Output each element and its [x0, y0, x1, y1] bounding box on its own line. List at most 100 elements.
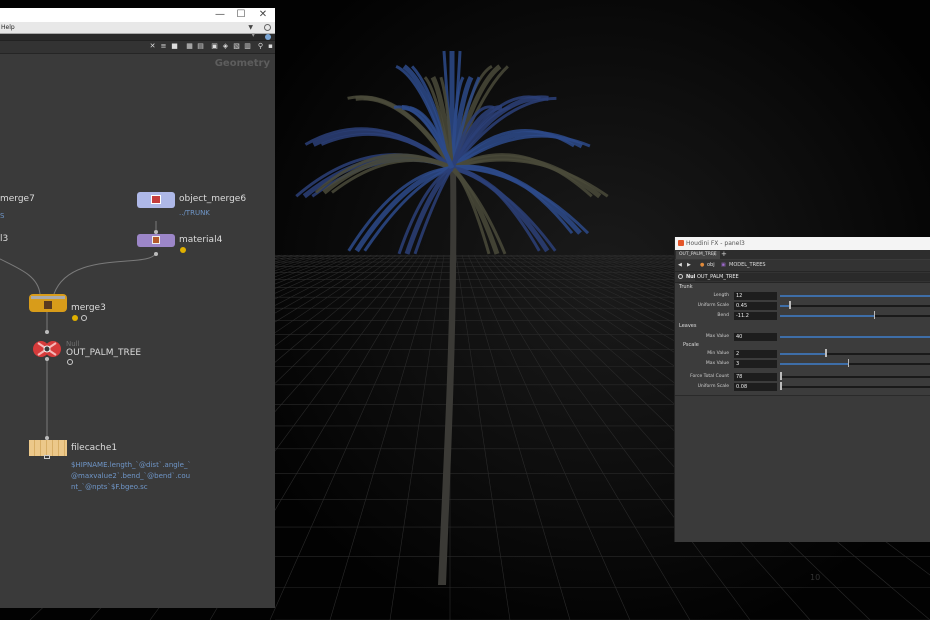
param-slider[interactable]: [780, 301, 930, 309]
floating-parameter-panel: Houdini FX - panel3 OUT_PALM_TREE × + ◀ …: [674, 237, 930, 542]
slider-knob[interactable]: [825, 349, 827, 357]
forward-icon[interactable]: ▶: [687, 260, 691, 271]
menu-help[interactable]: Help: [1, 22, 15, 33]
gear-icon[interactable]: [678, 274, 683, 279]
folder-leaves[interactable]: Leaves: [679, 323, 696, 329]
param-slider[interactable]: [780, 372, 930, 380]
maximize-icon[interactable]: ☐: [234, 8, 248, 22]
param-value-field[interactable]: 12: [734, 292, 777, 300]
slider-knob[interactable]: [789, 301, 791, 309]
param-slider[interactable]: [780, 382, 930, 390]
param-slider[interactable]: [780, 295, 930, 297]
grid-label: 10: [810, 573, 820, 582]
param-value-field[interactable]: 3: [734, 360, 777, 368]
search-icon[interactable]: [264, 24, 271, 31]
node-material4-body[interactable]: [137, 234, 175, 247]
view-icon[interactable]: ■: [171, 43, 178, 50]
node-merge3[interactable]: merge3: [71, 303, 106, 313]
path-obj[interactable]: obj: [707, 260, 715, 271]
node-filecache1[interactable]: filecache1: [71, 443, 117, 453]
null-node-icon[interactable]: [32, 336, 62, 362]
slider-fill: [780, 305, 790, 307]
node-object-merge6-body[interactable]: [137, 192, 175, 208]
param-slider[interactable]: [780, 349, 930, 357]
minimize-icon[interactable]: —: [213, 8, 227, 22]
folder-trunk[interactable]: Trunk: [679, 284, 693, 290]
warning-flag-icon: [180, 247, 186, 253]
slider-fill: [780, 363, 848, 365]
close-tab-icon[interactable]: ×: [712, 250, 717, 259]
node-object-merge6-path: ../TRUNK: [179, 209, 210, 217]
expression-line: nt_`@npts`$F.bgeo.sc: [71, 483, 148, 491]
lock-icon: [44, 455, 50, 459]
param-value-field[interactable]: 2: [734, 350, 777, 358]
panel-title: Houdini FX - panel3: [686, 240, 745, 247]
list-icon[interactable]: ▤: [197, 43, 204, 50]
node-filecache1-body[interactable]: [29, 440, 67, 456]
object-merge-icon: [151, 195, 161, 204]
subnet-icon: ▣: [721, 262, 726, 268]
image-icon[interactable]: ▣: [211, 43, 218, 50]
node-object-merge6[interactable]: object_merge6: [179, 194, 246, 204]
node-merge7-sub: S: [0, 212, 5, 220]
param-value-field[interactable]: 78: [734, 373, 777, 381]
houdini-logo-icon: [678, 240, 684, 246]
slider-knob[interactable]: [847, 359, 850, 367]
close-icon[interactable]: ✕: [256, 8, 270, 22]
shape-palette-icon[interactable]: ▧: [233, 43, 240, 50]
node-clipped[interactable]: l3: [0, 234, 8, 244]
node-wires: [0, 221, 158, 440]
slider-fill: [780, 315, 874, 317]
grid-icon[interactable]: ▦: [186, 43, 193, 50]
param-slider[interactable]: [780, 311, 930, 319]
node-name-field[interactable]: OUT_PALM_TREE: [695, 273, 930, 281]
cut-icon[interactable]: ≡: [160, 43, 167, 50]
network-editor-window: — ☐ ✕ Help ▼ ▾ ✕ ≡ ■ ▦ ▤ ▣ ◈ ▧ ▥ ⚲ ▪ Geo…: [0, 8, 275, 608]
node-material4[interactable]: material4: [179, 235, 222, 245]
param-value-field[interactable]: 0.08: [734, 383, 777, 391]
pin-icon[interactable]: [265, 34, 271, 40]
param-label: Force Total Count: [690, 374, 729, 379]
panel-titlebar[interactable]: Houdini FX - panel3: [675, 237, 930, 250]
zoom-icon[interactable]: ⚲: [257, 43, 264, 50]
status-ring-icon: [67, 359, 73, 365]
back-icon[interactable]: ◀: [678, 260, 682, 271]
param-label: Length: [713, 293, 729, 298]
param-value-field[interactable]: -11.2: [734, 312, 777, 320]
warning-flag-icon: [72, 315, 78, 321]
folder-pscale[interactable]: Pscale: [683, 342, 699, 348]
obj-icon: ●: [700, 262, 705, 268]
status-ring-icon: [81, 315, 87, 321]
info-icon[interactable]: ▥: [244, 43, 251, 50]
slider-fill: [780, 295, 930, 297]
param-slider[interactable]: [780, 359, 930, 367]
expression-line: $HIPNAME.length_`@dist`.angle_`: [71, 461, 191, 469]
chevron-down-icon[interactable]: ▾: [251, 31, 255, 39]
slider-knob[interactable]: [873, 311, 876, 319]
panel-tabbar: OUT_PALM_TREE × +: [675, 250, 930, 259]
window-titlebar: — ☐ ✕: [0, 8, 275, 22]
path-node[interactable]: MODEL_TREES: [729, 260, 766, 271]
node-out-palm-tree[interactable]: OUT_PALM_TREE: [66, 348, 141, 358]
param-label: Bend: [717, 313, 729, 318]
param-label: Max Value: [705, 334, 729, 339]
param-value-field[interactable]: 0.45: [734, 302, 777, 310]
color-palette-icon[interactable]: ◈: [222, 43, 229, 50]
param-value-field[interactable]: 40: [734, 333, 777, 341]
param-slider[interactable]: [780, 336, 930, 338]
add-tab-icon[interactable]: +: [721, 250, 727, 259]
tools-icon[interactable]: ✕: [149, 43, 156, 50]
menubar: Help ▼: [0, 22, 275, 34]
node-merge3-body[interactable]: [29, 294, 67, 312]
slider-knob[interactable]: [780, 382, 782, 390]
frame-icon[interactable]: ▪: [267, 43, 274, 50]
parameter-area: Trunk Leaves Pscale Length 12 Uniform Scal…: [675, 283, 930, 396]
path-bar: ▾: [0, 31, 275, 41]
param-label: Max Value: [705, 361, 729, 366]
network-canvas[interactable]: Geometry merge7 S l3 object_merge6 ../TR…: [0, 54, 275, 608]
slider-knob[interactable]: [780, 372, 782, 380]
filecache-expression: $HIPNAME.length_`@dist`.angle_` @maxvalu…: [71, 460, 191, 493]
material-icon: [152, 236, 160, 244]
node-merge7[interactable]: merge7: [0, 194, 35, 204]
param-label: Min Value: [707, 351, 729, 356]
